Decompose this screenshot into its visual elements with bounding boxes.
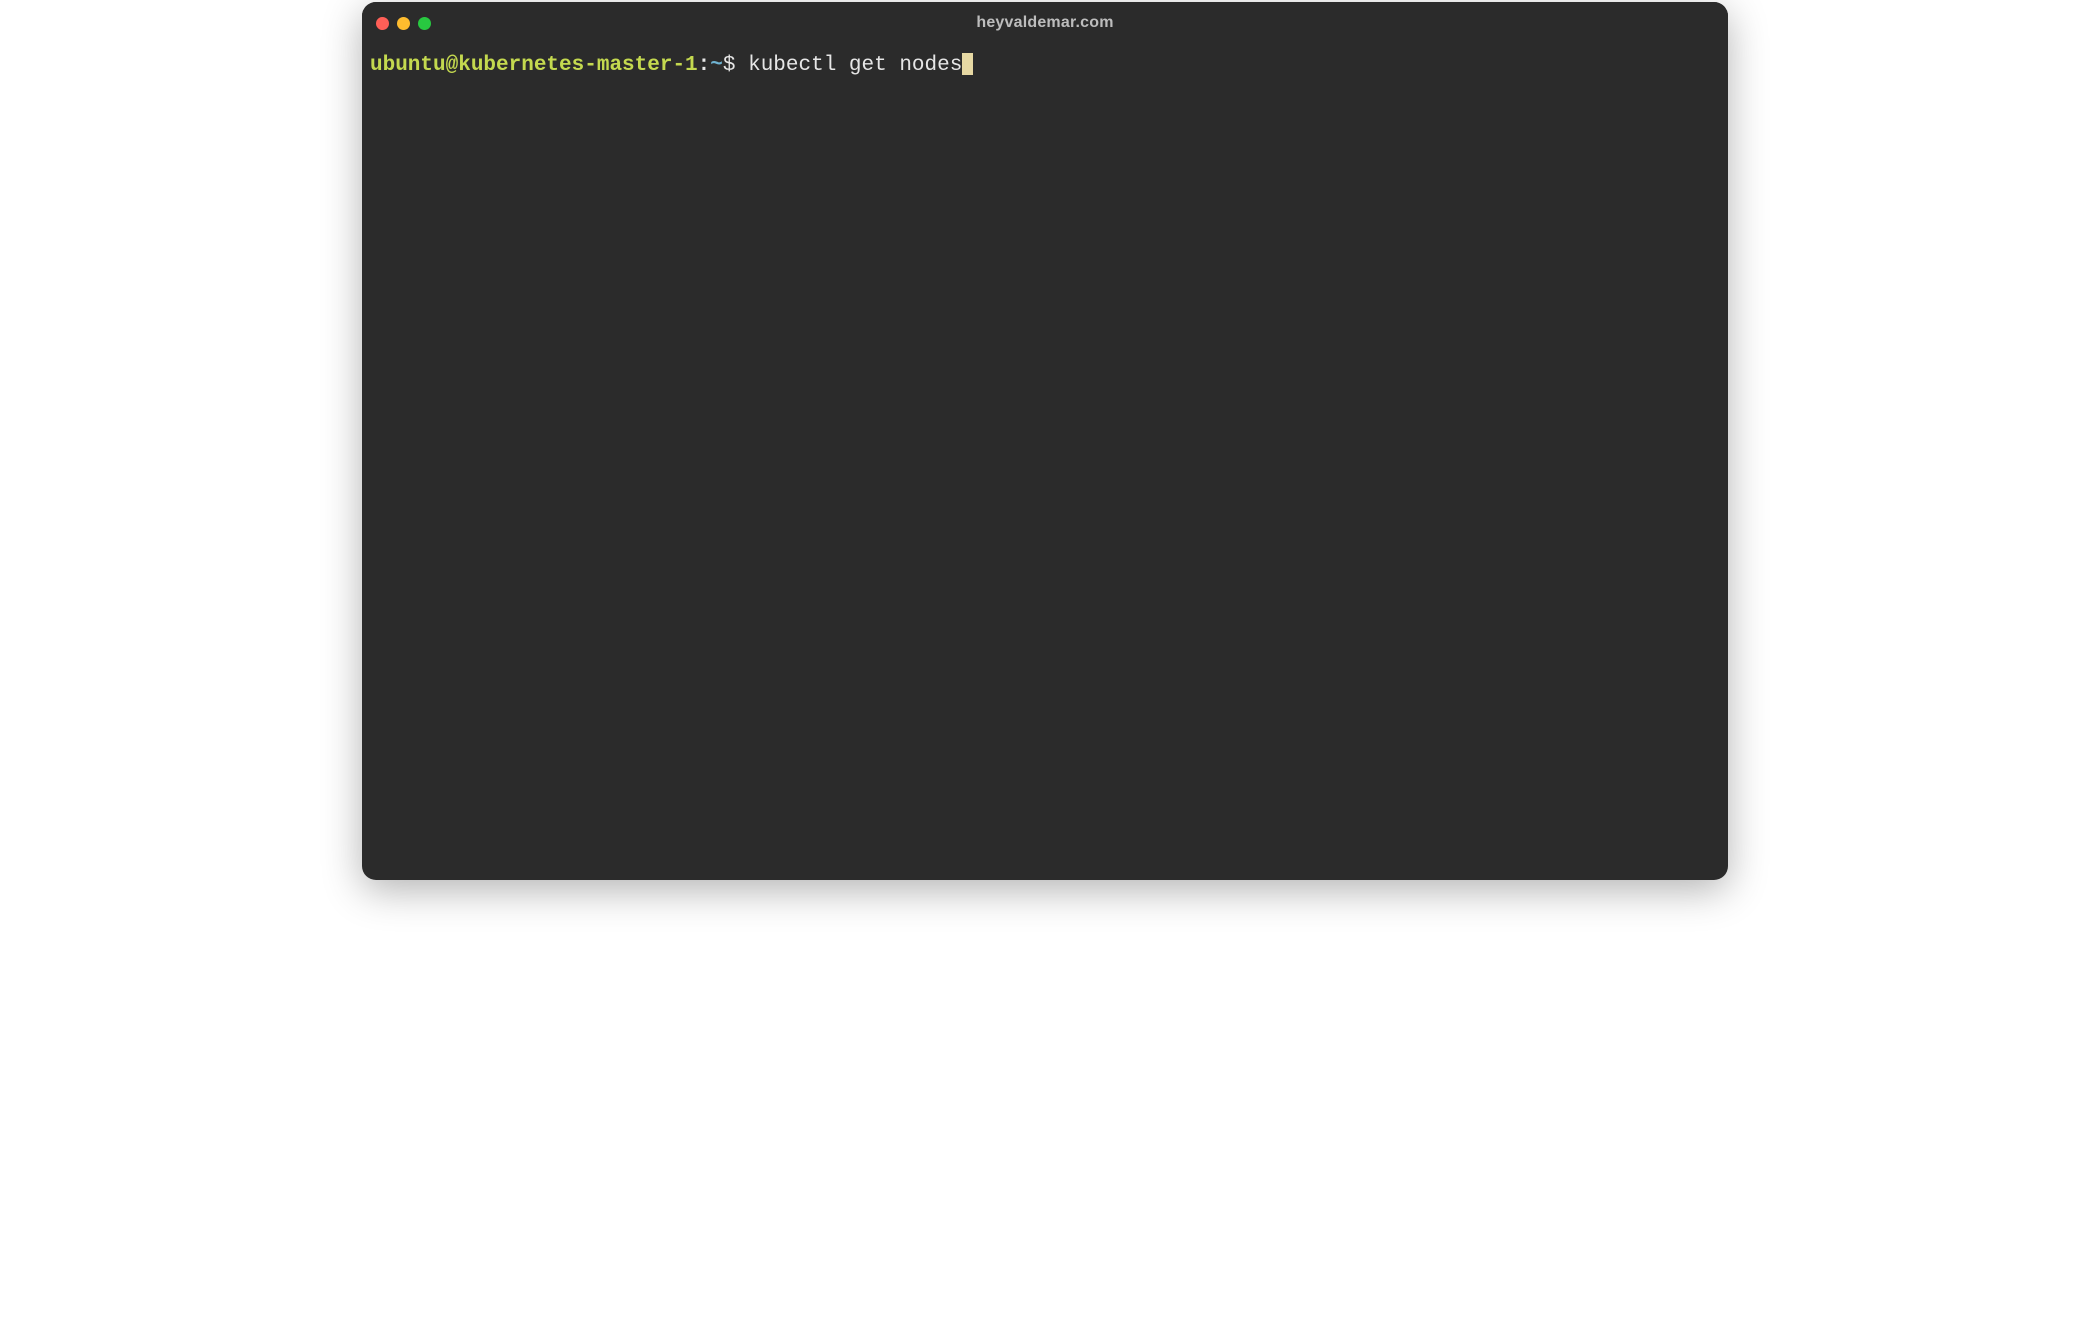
terminal-window: heyvaldemar.com ubuntu@kubernetes-master… xyxy=(362,2,1728,880)
cursor-icon xyxy=(962,53,973,75)
command-value: kubectl get nodes xyxy=(748,54,962,77)
window-title: heyvaldemar.com xyxy=(976,14,1113,32)
minimize-icon[interactable] xyxy=(397,17,410,30)
prompt-separator: : xyxy=(698,54,711,77)
terminal-body[interactable]: ubuntu@kubernetes-master-1:~$ kubectl ge… xyxy=(362,44,1728,880)
title-bar: heyvaldemar.com xyxy=(362,2,1728,44)
maximize-icon[interactable] xyxy=(418,17,431,30)
command-text: kubectl get nodes xyxy=(735,54,962,77)
prompt-symbol: $ xyxy=(723,54,736,77)
prompt-path: ~ xyxy=(710,54,723,77)
prompt-user-host: ubuntu@kubernetes-master-1 xyxy=(370,54,698,77)
close-icon[interactable] xyxy=(376,17,389,30)
prompt-line: ubuntu@kubernetes-master-1:~$ kubectl ge… xyxy=(370,54,973,77)
traffic-lights xyxy=(376,17,431,30)
